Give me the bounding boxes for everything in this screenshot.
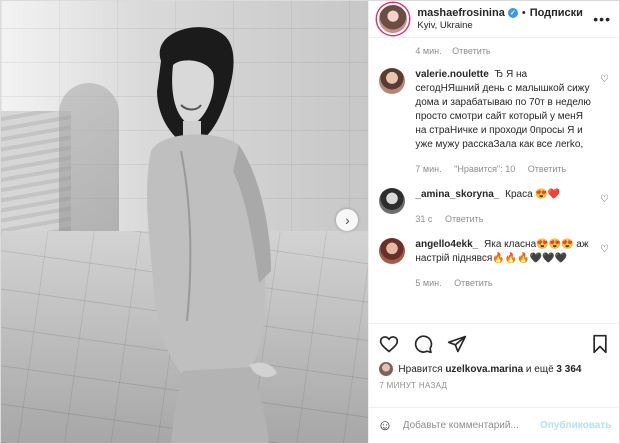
liker-avatar[interactable] (379, 362, 394, 376)
comment-text: Ђ Я на сегодНЯшний день с малышкой сижу … (415, 69, 591, 150)
more-horizontal-icon[interactable]: ••• (593, 11, 611, 27)
likes-prefix: Нравится (398, 363, 443, 375)
comment-meta: 5 мин. Ответить (415, 276, 591, 290)
likes-middle: и ещё (525, 363, 554, 375)
comment-meta: 7 мин. "Нравится": 10 Ответить (415, 162, 591, 176)
comment-username[interactable]: angello4ekk_ (415, 239, 478, 250)
share-icon[interactable] (447, 334, 467, 354)
comment-like-heart-icon[interactable]: ♡ (600, 244, 609, 255)
smiley-icon[interactable]: ☺ (377, 417, 392, 434)
comment-username[interactable]: _amina_skoryna_ (415, 189, 499, 200)
comments-list: 4 мин. Ответить valerie.noulette Ђ Я на … (369, 38, 619, 320)
likes-count[interactable]: 3 364 (556, 364, 581, 375)
comment-time: 5 мин. (415, 278, 442, 288)
heart-icon[interactable] (379, 334, 399, 354)
comment-body: _amina_skoryna_ Краса 😍❤️ 31 с Ответить (415, 188, 591, 226)
separator-dot: • (521, 7, 526, 19)
comment-username[interactable]: valerie.noulette (415, 69, 488, 80)
author-info: mashaefrosinina ✓ • Подписки Kyiv, Ukrai… (417, 7, 593, 31)
comment-item: angello4ekk_ Яка класна😍😍😍 аж настрій пі… (379, 238, 609, 290)
comment-likes[interactable]: "Нравится": 10 (454, 164, 515, 174)
comment-text: Краса 😍❤️ (505, 189, 561, 200)
instagram-post-modal: › mashaefrosinina ✓ • Подписки Kyiv, Ukr… (0, 0, 620, 444)
liker-username[interactable]: uzelkova.marina (445, 364, 523, 375)
comment-time: 31 с (415, 214, 433, 224)
post-actions: Нравится uzelkova.marina и ещё 3 364 7 М… (369, 323, 620, 390)
add-comment-bar: ☺ Опубликовать (369, 407, 620, 443)
commenter-avatar[interactable] (379, 68, 406, 94)
verified-badge-icon: ✓ (507, 8, 518, 18)
commenter-avatar[interactable] (379, 188, 406, 214)
comment-reply-button[interactable]: Ответить (454, 278, 492, 288)
comment-body: valerie.noulette Ђ Я на сегодНЯшний день… (415, 68, 591, 176)
publish-button[interactable]: Опубликовать (540, 420, 611, 431)
post-side-panel: mashaefrosinina ✓ • Подписки Kyiv, Ukrai… (368, 1, 620, 443)
comment-reply-button[interactable]: Ответить (528, 164, 566, 174)
photo-woman-figure (147, 27, 277, 443)
comment-item: _amina_skoryna_ Краса 😍❤️ 31 с Ответить … (379, 188, 609, 226)
comment-icon[interactable] (413, 334, 433, 354)
comment-like-heart-icon[interactable]: ♡ (600, 74, 609, 85)
likes-summary: Нравится uzelkova.marina и ещё 3 364 (369, 358, 619, 376)
bookmark-icon[interactable] (591, 334, 609, 354)
comment-like-heart-icon[interactable]: ♡ (600, 194, 609, 205)
comment-meta: 31 с Ответить (415, 212, 591, 226)
post-header: mashaefrosinina ✓ • Подписки Kyiv, Ukrai… (369, 1, 619, 38)
post-photo[interactable]: › (1, 1, 369, 443)
caption-time: 4 мин. (415, 46, 442, 56)
caption-meta: 4 мин. Ответить (415, 46, 609, 56)
add-comment-input[interactable] (400, 419, 540, 432)
post-time-ago: 7 МИНУТ НАЗАД (379, 381, 448, 390)
author-avatar[interactable] (377, 3, 410, 35)
follow-button[interactable]: Подписки (530, 7, 583, 19)
photo-arch (59, 83, 119, 233)
commenter-avatar[interactable] (379, 238, 406, 264)
caption-reply-button[interactable]: Ответить (452, 46, 490, 56)
comment-body: angello4ekk_ Яка класна😍😍😍 аж настрій пі… (415, 238, 591, 290)
post-location[interactable]: Kyiv, Ukraine (417, 20, 593, 31)
comment-reply-button[interactable]: Ответить (445, 214, 483, 224)
comment-item: valerie.noulette Ђ Я на сегодНЯшний день… (379, 68, 609, 176)
author-username[interactable]: mashaefrosinina (417, 7, 504, 19)
comment-time: 7 мин. (415, 164, 442, 174)
author-line: mashaefrosinina ✓ • Подписки (417, 7, 593, 19)
action-icons-row (369, 324, 619, 358)
